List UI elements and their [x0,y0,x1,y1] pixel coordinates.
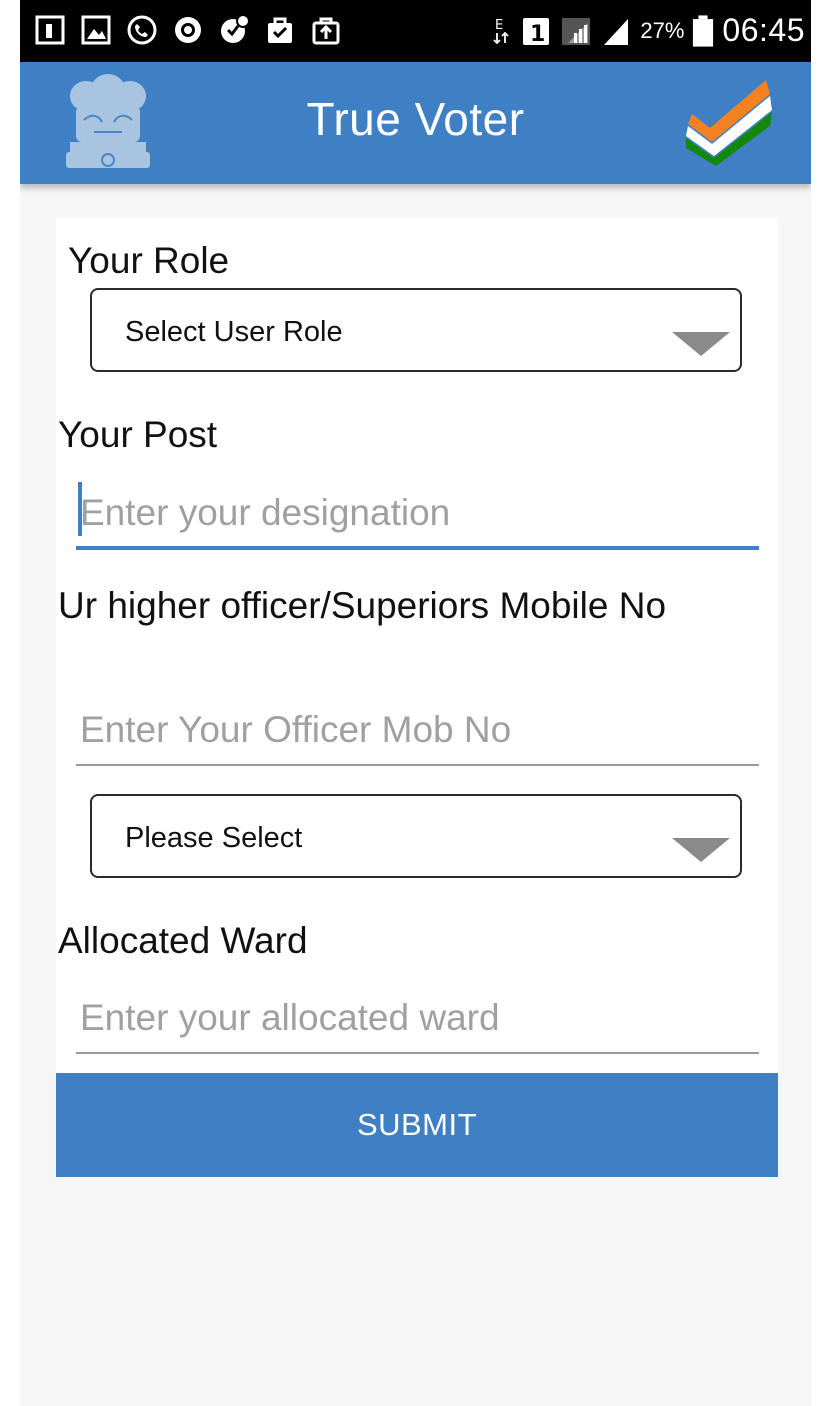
submit-button[interactable]: SUBMIT [56,1073,778,1177]
battery-percent: 27% [640,17,685,43]
status-time: 06:45 [722,12,805,48]
battery-icon [693,14,714,47]
record-icon [175,17,201,43]
ward-label: Allocated Ward [58,920,308,961]
signal-sim1-icon [562,17,591,45]
designation-input[interactable] [76,480,759,550]
sim-slot-icon: 1 [523,17,550,47]
officer-mobile-input[interactable] [76,696,759,766]
user-role-selected: Select User Role [125,316,343,348]
officer-select-dropdown[interactable]: Please Select [90,794,742,878]
role-label: Your Role [68,240,230,281]
network-type-text: E [495,18,503,33]
dropdown-arrow-icon [672,838,730,862]
sim-slot-text: 1 [530,22,545,47]
gallery-icon [81,15,111,45]
whatsapp-icon [221,14,250,43]
bag-check-icon [268,17,292,43]
signal-sim2-icon [604,18,629,45]
tricolor-check-icon [686,80,772,166]
app-bar: True Voter [20,62,811,184]
post-label: Your Post [58,414,218,455]
officer-select-selected: Please Select [125,822,303,854]
status-bar: E 1 27% 06:45 [20,0,811,62]
allocated-ward-input[interactable] [76,984,759,1054]
app-screen: E 1 27% 06:45 True Voter Your Role Selec… [20,0,811,1406]
system-icons: E 1 27% 06:45 [492,12,805,49]
notification-icons [34,14,342,46]
registration-form: Your Role Select User Role Your Post Ur … [56,218,778,1073]
sim-icon [35,15,65,45]
dropdown-arrow-icon [672,332,730,356]
officer-mobile-label: Ur higher officer/Superiors Mobile No [58,585,667,626]
bag-upload-icon [312,17,340,45]
text-cursor [78,482,82,536]
network-type-icon: E [493,18,510,44]
user-role-dropdown[interactable]: Select User Role [90,288,742,372]
call-icon [127,15,157,45]
